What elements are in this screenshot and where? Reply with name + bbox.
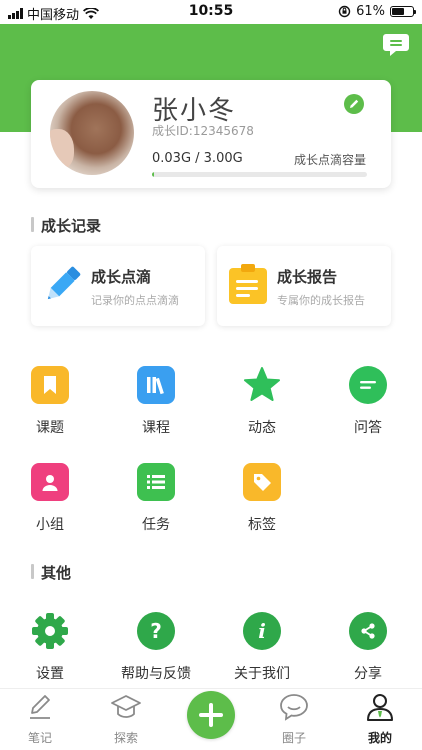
grid-item-topics-label: 课题 <box>36 420 64 436</box>
battery-percent: 61% <box>356 4 385 19</box>
storage-progress-bar <box>152 172 367 177</box>
tab-circle-label: 圈子 <box>281 731 306 745</box>
storage-usage-label: 成长点滴容量 <box>293 153 366 167</box>
create-post-button[interactable] <box>187 691 235 739</box>
settings-label: 设置 <box>36 666 64 682</box>
growth-report-card[interactable]: 成长报告 专属你的成长报告 <box>217 246 391 326</box>
avatar[interactable] <box>50 91 134 175</box>
tab-explore[interactable]: 探索 <box>96 691 156 746</box>
grid-item-tags-label: 标签 <box>248 517 276 533</box>
tab-me-label: 我的 <box>367 731 392 745</box>
clipboard-icon <box>225 262 271 308</box>
grid-item-courses[interactable]: 课程 <box>116 366 196 437</box>
person-icon <box>367 694 393 721</box>
tab-notes-label: 笔记 <box>27 731 52 745</box>
orientation-lock-icon <box>338 5 351 18</box>
books-icon <box>137 366 175 404</box>
grid-item-moments-label: 动态 <box>248 420 276 436</box>
growth-moments-title: 成长点滴 <box>91 268 152 286</box>
grid-item-tags[interactable]: 标签 <box>222 463 302 534</box>
grid-item-qa[interactable]: 问答 <box>328 366 408 437</box>
settings-item[interactable]: 设置 <box>10 612 90 683</box>
share-item[interactable]: 分享 <box>328 612 408 683</box>
grid-item-courses-label: 课程 <box>142 420 170 436</box>
status-bar: 中国移动 10:55 61% <box>0 0 422 24</box>
plus-icon <box>199 703 223 727</box>
storage-progress-fill <box>152 172 155 177</box>
help-feedback-item[interactable]: ? 帮助与反馈 <box>116 612 196 683</box>
grid-item-groups[interactable]: 小组 <box>10 463 90 534</box>
gear-icon <box>31 612 69 650</box>
tab-circle[interactable]: 圈子 <box>264 691 324 746</box>
list-icon <box>137 463 175 501</box>
grid-item-topics[interactable]: 课题 <box>10 366 90 437</box>
growth-report-title: 成长报告 <box>277 268 338 286</box>
edit-icon <box>344 94 364 114</box>
note-icon <box>30 695 50 719</box>
about-us-label: 关于我们 <box>234 666 290 682</box>
grid-item-tasks[interactable]: 任务 <box>116 463 196 534</box>
help-icon: ? <box>137 612 175 650</box>
share-icon <box>349 612 387 650</box>
status-right: 61% <box>338 4 416 19</box>
battery-icon <box>390 6 416 17</box>
bookmark-icon <box>31 366 69 404</box>
tag-icon <box>243 463 281 501</box>
info-icon: i <box>243 612 281 650</box>
grid-item-groups-label: 小组 <box>36 517 64 533</box>
growth-moments-subtitle: 记录你的点点滴滴 <box>91 294 179 307</box>
graduation-cap-icon <box>111 695 141 718</box>
tab-me[interactable]: 我的 <box>350 691 410 746</box>
other-section-title: 其他 <box>31 562 71 583</box>
profile-card: 张小冬 成长ID:12345678 0.03G / 3.00G 成长点滴容量 <box>31 80 391 188</box>
user-id: 成长ID:12345678 <box>152 124 254 138</box>
grid-item-qa-label: 问答 <box>354 420 382 436</box>
battery-fill <box>392 8 405 15</box>
growth-moments-card[interactable]: 成长点滴 记录你的点点滴滴 <box>31 246 205 326</box>
speech-bubble-icon <box>280 694 308 721</box>
tab-notes[interactable]: 笔记 <box>10 691 70 746</box>
grid-item-tasks-label: 任务 <box>142 517 170 533</box>
storage-usage: 0.03G / 3.00G <box>152 151 243 166</box>
pencil-icon <box>39 262 85 308</box>
message-button[interactable] <box>382 32 410 58</box>
edit-profile-button[interactable] <box>344 94 364 114</box>
tab-explore-label: 探索 <box>113 731 138 745</box>
help-feedback-label: 帮助与反馈 <box>121 666 191 682</box>
message-icon <box>383 34 409 56</box>
growth-report-subtitle: 专属你的成长报告 <box>277 294 365 307</box>
star-icon <box>243 366 281 404</box>
about-us-item[interactable]: i 关于我们 <box>222 612 302 683</box>
chat-icon <box>349 366 387 404</box>
user-icon <box>31 463 69 501</box>
grid-item-moments[interactable]: 动态 <box>222 366 302 437</box>
growth-section-title: 成长记录 <box>31 215 101 236</box>
share-label: 分享 <box>354 666 382 682</box>
